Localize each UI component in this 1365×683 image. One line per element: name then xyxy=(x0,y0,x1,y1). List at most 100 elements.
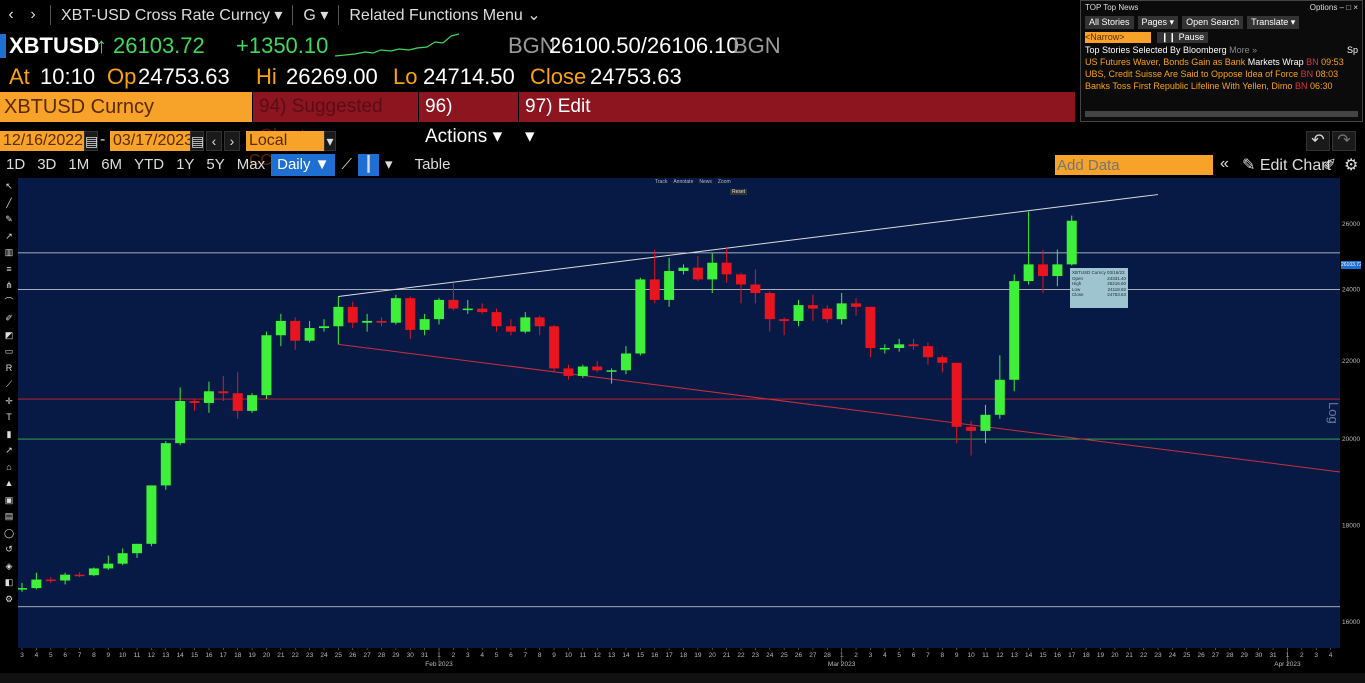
chart-type-dropdown-icon[interactable]: ▾ xyxy=(379,154,399,176)
candlestick-chart[interactable] xyxy=(18,178,1340,648)
candle-body xyxy=(520,317,531,332)
rectangle-tool-icon[interactable]: ▭ xyxy=(5,343,14,360)
period-1y[interactable]: 1Y xyxy=(170,154,200,176)
news-tab-all-stories[interactable]: All Stories xyxy=(1085,16,1134,29)
measure-tool-icon[interactable]: ⟋ xyxy=(6,376,12,393)
magnet-tool-icon[interactable]: ⌂ xyxy=(6,459,11,476)
pause-button[interactable]: ❙❙ Pause xyxy=(1157,32,1209,43)
cursor-tool-icon[interactable]: ↖ xyxy=(5,178,13,195)
crosshair-tool-icon[interactable]: ✛ xyxy=(5,393,13,410)
period-ytd[interactable]: YTD xyxy=(128,154,170,176)
frequency-daily[interactable]: Daily ▼ xyxy=(271,154,336,176)
news-more-link[interactable]: More » xyxy=(1229,45,1257,55)
gear-icon[interactable]: ⚙ xyxy=(1344,155,1358,175)
edit-button[interactable]: 97) Edit ▾ xyxy=(518,92,598,147)
narrow-input[interactable]: <Narrow> xyxy=(1085,32,1151,43)
theme-tool-icon[interactable]: ◧ xyxy=(5,574,14,591)
alert-tool-icon[interactable]: ▲ xyxy=(5,475,14,492)
g-menu[interactable]: G ▾ xyxy=(299,5,332,25)
open-label: Op xyxy=(107,64,137,89)
shape-tool-icon[interactable]: ◩ xyxy=(5,327,14,344)
date-axis[interactable]: 3 4 5 6 7 8 9 10 11 12 13 14 15 16 17 18 19 20 21 22 23 24 25 2… xyxy=(18,648,1340,673)
trash-tool-icon[interactable]: ▮ xyxy=(7,426,12,443)
chart-plot-area[interactable] xyxy=(18,178,1340,648)
ellipse-tool-icon[interactable]: ◯ xyxy=(4,525,14,542)
date-tick-label: 17 xyxy=(665,652,673,659)
close-icon[interactable]: × xyxy=(1353,3,1358,12)
period-5y[interactable]: 5Y xyxy=(200,154,230,176)
period-1d[interactable]: 1D xyxy=(0,154,31,176)
suggested-charts-button[interactable]: 94) Suggested Charts xyxy=(252,92,418,147)
news-tab-pages[interactable]: Pages ▾ xyxy=(1137,16,1179,29)
news-scrollbar[interactable] xyxy=(1085,111,1358,117)
calendar-icon[interactable]: ▤ xyxy=(190,131,204,151)
prev-period-icon[interactable]: ‹ xyxy=(206,131,222,151)
candle-body xyxy=(994,379,1005,415)
undo-tool-icon[interactable]: ↺ xyxy=(5,541,13,558)
news-item[interactable]: US Futures Waver, Bonds Gain as Bank Mar… xyxy=(1081,56,1362,68)
news-tab-open-search[interactable]: Open Search xyxy=(1182,16,1244,29)
chevron-down-icon[interactable]: ▾ xyxy=(324,131,336,151)
date-tick-label: 31 xyxy=(1269,652,1277,659)
candlestick-icon[interactable]: ┃ xyxy=(358,154,380,176)
annotate-tool[interactable]: Annotate xyxy=(673,179,693,185)
period-1m[interactable]: 1M xyxy=(62,154,95,176)
text-tool-icon[interactable]: T xyxy=(6,409,12,426)
track-tool[interactable]: Track xyxy=(655,179,667,185)
pitchfork-tool-icon[interactable]: ⋔ xyxy=(5,277,13,294)
regression-tool-icon[interactable]: R xyxy=(6,360,13,377)
candle-body xyxy=(937,357,948,363)
lock-tool-icon[interactable]: ▣ xyxy=(5,492,14,509)
fib-tool-icon[interactable]: ≡ xyxy=(6,261,11,278)
line-tool-icon[interactable]: ╱ xyxy=(6,195,11,212)
pencil-tool-icon[interactable]: ✎ xyxy=(5,211,13,228)
color-tool-icon[interactable]: ◈ xyxy=(6,558,13,575)
channel-tool-icon[interactable]: ▥ xyxy=(5,244,14,261)
date-tick-label: 12 xyxy=(594,652,602,659)
news-tool[interactable]: News xyxy=(699,179,712,185)
news-item[interactable]: Banks Toss First Republic Lifeline With … xyxy=(1081,80,1362,92)
date-tick-label: 18 xyxy=(680,652,688,659)
period-3d[interactable]: 3D xyxy=(31,154,62,176)
log-scale-label[interactable]: Log xyxy=(1326,402,1341,442)
security-field[interactable]: XBTUSD Curncy xyxy=(0,92,252,122)
line-chart-icon[interactable]: ⟋ xyxy=(335,154,358,176)
next-period-icon[interactable]: › xyxy=(224,131,240,151)
redo-icon[interactable]: ↷ xyxy=(1332,131,1356,151)
end-date-input[interactable]: 03/17/2023 xyxy=(110,131,193,151)
arc-tool-icon[interactable]: ⌒ xyxy=(4,294,13,311)
period-6m[interactable]: 6M xyxy=(95,154,128,176)
collapse-left-icon[interactable]: « xyxy=(1220,155,1229,173)
edit-chart-button[interactable]: ✎ Edit Chart xyxy=(1242,155,1331,175)
actions-button[interactable]: 96) Actions ▾ xyxy=(418,92,518,147)
period-max[interactable]: Max xyxy=(231,154,271,176)
settings-tool-icon[interactable]: ⚙ xyxy=(5,591,13,608)
back-icon[interactable]: ‹ xyxy=(0,6,22,24)
security-title-menu[interactable]: XBT-USD Cross Rate Curncy ▾ xyxy=(57,5,286,25)
news-item[interactable]: UBS, Credit Suisse Are Said to Oppose Id… xyxy=(1081,68,1362,80)
price-axis[interactable]: 16000 18000 20000 22000 24000 26000 xyxy=(1340,178,1365,648)
news-tab-translate[interactable]: Translate ▾ xyxy=(1247,16,1300,29)
maximize-icon[interactable]: □ xyxy=(1346,3,1351,12)
news-options[interactable]: Options – □ × xyxy=(1310,3,1358,12)
reset-zoom-button[interactable]: Reset xyxy=(730,189,748,195)
related-functions-menu[interactable]: Related Functions Menu ⌄ xyxy=(345,5,544,25)
candle-body xyxy=(31,579,42,589)
date-tick-label: 11 xyxy=(982,652,989,659)
ray-tool-icon[interactable]: ↗ xyxy=(5,228,13,245)
add-data-input[interactable] xyxy=(1055,155,1213,175)
draw-icon[interactable]: ✐ xyxy=(1323,155,1336,175)
candle-body xyxy=(376,320,387,323)
start-date-input[interactable]: 12/16/2022 xyxy=(0,131,84,151)
hide-tool-icon[interactable]: ▤ xyxy=(5,508,14,525)
zoom-tool[interactable]: Zoom xyxy=(718,179,731,185)
undo-icon[interactable]: ↶ xyxy=(1306,131,1330,151)
minimize-icon[interactable]: – xyxy=(1340,3,1344,12)
calendar-icon[interactable]: ▤ xyxy=(84,131,98,151)
candle-body xyxy=(232,393,243,411)
currency-select[interactable]: Local CCY xyxy=(246,131,324,169)
forward-icon[interactable]: › xyxy=(22,6,44,24)
arrow-tool-icon[interactable]: ↗ xyxy=(5,442,13,459)
brush-tool-icon[interactable]: ✐ xyxy=(5,310,13,327)
table-button[interactable]: Table xyxy=(399,154,457,176)
